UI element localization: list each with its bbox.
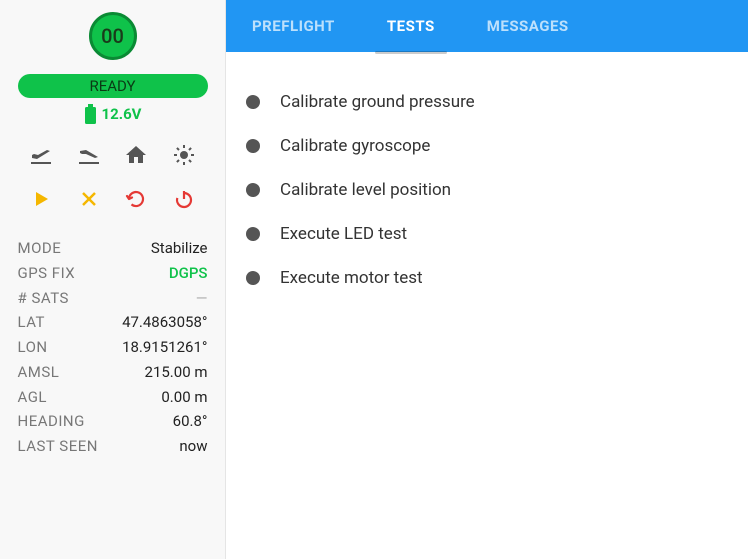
voltage-value: 12.6V [102, 105, 142, 123]
action-row-2 [18, 182, 208, 216]
telemetry-panel: MODE Stabilize GPS FIX DGPS # SATS — LAT… [18, 236, 208, 459]
sidebar: 00 READY 12.6V [0, 0, 226, 559]
drone-id-badge: 00 [89, 12, 137, 60]
bullet-icon [246, 95, 260, 109]
action-row-1 [18, 138, 208, 172]
test-label: Calibrate ground pressure [280, 92, 475, 112]
reload-button[interactable] [116, 182, 156, 216]
telemetry-heading: HEADING 60.8° [18, 409, 208, 434]
power-button[interactable] [164, 182, 204, 216]
test-calibrate-gyroscope[interactable]: Calibrate gyroscope [246, 124, 728, 168]
telemetry-agl: AGL 0.00 m [18, 385, 208, 410]
main-panel: PREFLIGHT TESTS MESSAGES Calibrate groun… [226, 0, 748, 559]
status-pill: READY [18, 74, 208, 98]
telemetry-sats: # SATS — [18, 286, 208, 311]
land-button[interactable] [69, 138, 109, 172]
tab-preflight[interactable]: PREFLIGHT [226, 0, 361, 52]
battery-icon [84, 104, 97, 124]
test-label: Calibrate gyroscope [280, 136, 430, 156]
telemetry-amsl: AMSL 215.00 m [18, 360, 208, 385]
test-execute-led[interactable]: Execute LED test [246, 212, 728, 256]
play-button[interactable] [21, 182, 61, 216]
bullet-icon [246, 271, 260, 285]
telemetry-lat: LAT 47.4863058° [18, 310, 208, 335]
test-calibrate-level-position[interactable]: Calibrate level position [246, 168, 728, 212]
tab-tests[interactable]: TESTS [361, 0, 461, 52]
cancel-button[interactable] [69, 182, 109, 216]
voltage-row: 12.6V [84, 104, 142, 124]
tests-list: Calibrate ground pressure Calibrate gyro… [226, 52, 748, 328]
telemetry-lastseen: LAST SEEN now [18, 434, 208, 459]
telemetry-mode: MODE Stabilize [18, 236, 208, 261]
telemetry-gpsfix: GPS FIX DGPS [18, 261, 208, 286]
tab-bar: PREFLIGHT TESTS MESSAGES [226, 0, 748, 52]
bullet-icon [246, 183, 260, 197]
bullet-icon [246, 227, 260, 241]
test-label: Execute LED test [280, 224, 407, 244]
home-button[interactable] [116, 138, 156, 172]
bullet-icon [246, 139, 260, 153]
takeoff-button[interactable] [21, 138, 61, 172]
test-label: Calibrate level position [280, 180, 451, 200]
brightness-button[interactable] [164, 138, 204, 172]
test-execute-motor[interactable]: Execute motor test [246, 256, 728, 300]
test-label: Execute motor test [280, 268, 423, 288]
telemetry-lon: LON 18.9151261° [18, 335, 208, 360]
tab-messages[interactable]: MESSAGES [461, 0, 595, 52]
test-calibrate-ground-pressure[interactable]: Calibrate ground pressure [246, 80, 728, 124]
